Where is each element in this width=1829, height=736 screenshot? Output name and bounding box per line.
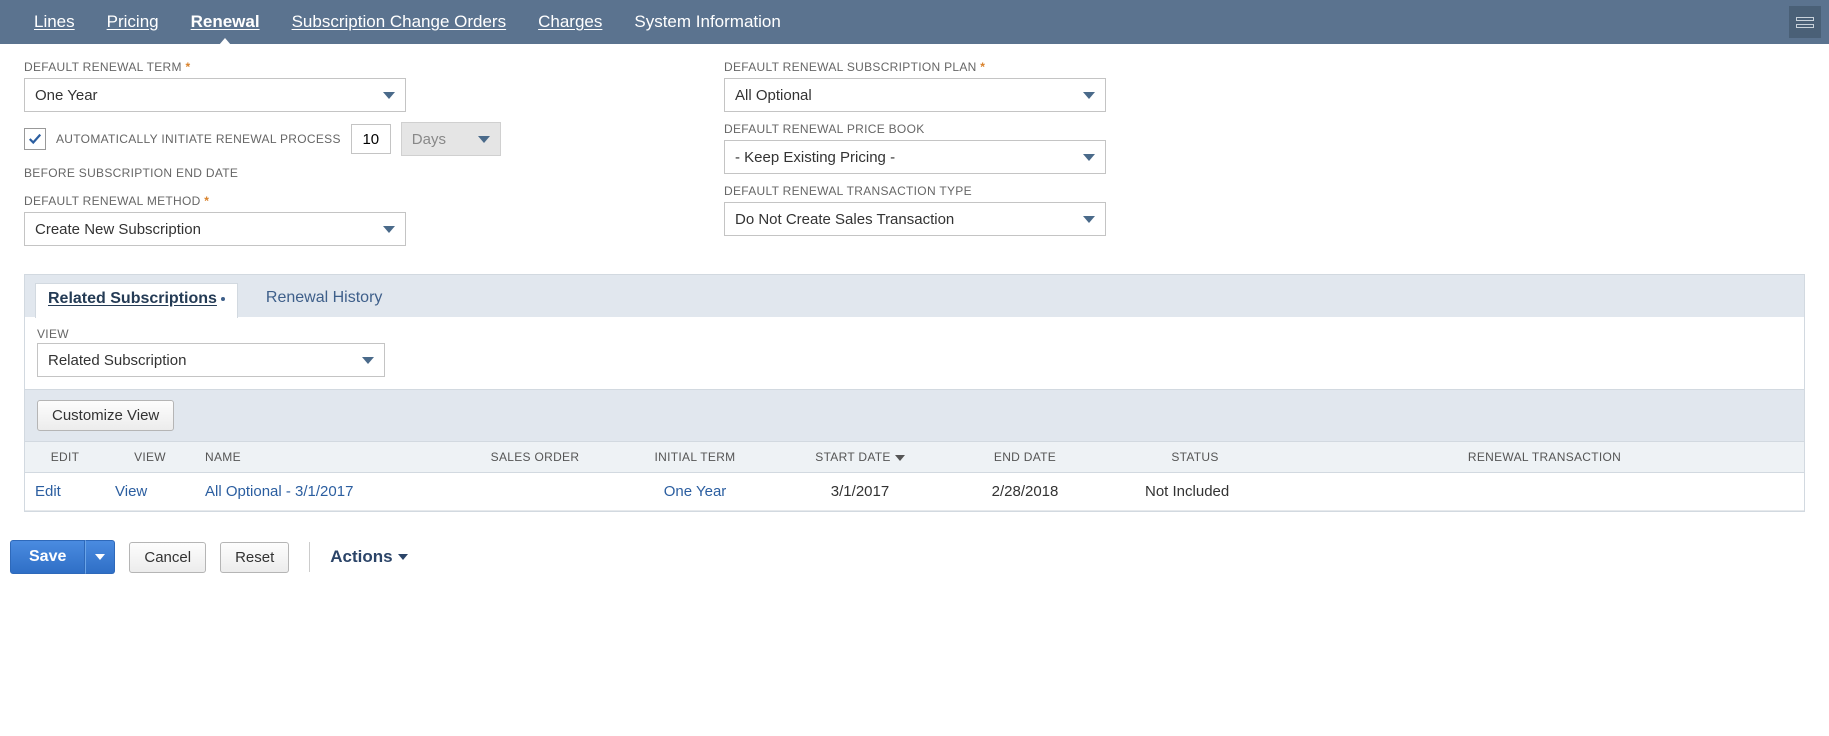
top-tab-bar: Lines Pricing Renewal Subscription Chang…	[0, 0, 1829, 44]
default-renewal-txn-type-value: Do Not Create Sales Transaction	[735, 211, 954, 228]
cancel-button[interactable]: Cancel	[129, 542, 206, 573]
col-end-date[interactable]: END DATE	[945, 442, 1105, 473]
sort-desc-icon	[895, 455, 905, 461]
default-renewal-plan-select[interactable]: All Optional	[724, 78, 1106, 112]
subtab-bar: Related Subscriptions Renewal History	[25, 275, 1804, 317]
overflow-menu-icon[interactable]	[1789, 6, 1821, 38]
auto-initiate-unit-value: Days	[412, 131, 446, 148]
chevron-down-icon	[398, 554, 408, 560]
col-name[interactable]: NAME	[195, 442, 455, 473]
tab-lines[interactable]: Lines	[18, 0, 91, 44]
col-view[interactable]: VIEW	[105, 442, 195, 473]
default-renewal-term-value: One Year	[35, 87, 98, 104]
default-renewal-price-book-label: DEFAULT RENEWAL PRICE BOOK	[724, 122, 1324, 136]
related-subscriptions-panel: Related Subscriptions Renewal History VI…	[24, 274, 1805, 512]
row-edit-link[interactable]: Edit	[35, 483, 61, 500]
chevron-down-icon	[362, 357, 374, 364]
col-start-date[interactable]: START DATE	[775, 442, 945, 473]
save-button[interactable]: Save	[10, 540, 85, 574]
subtab-renewal-history[interactable]: Renewal History	[262, 283, 386, 317]
separator	[309, 542, 310, 572]
table-row: Edit View All Optional - 3/1/2017 One Ye…	[25, 473, 1804, 511]
chevron-down-icon	[95, 554, 105, 560]
chevron-down-icon	[478, 136, 490, 143]
default-renewal-method-value: Create New Subscription	[35, 221, 201, 238]
tab-renewal[interactable]: Renewal	[175, 0, 276, 44]
col-renewal-transaction[interactable]: RENEWAL TRANSACTION	[1285, 442, 1804, 473]
row-end-date: 2/28/2018	[945, 473, 1105, 511]
default-renewal-txn-type-select[interactable]: Do Not Create Sales Transaction	[724, 202, 1106, 236]
renewal-form: DEFAULT RENEWAL TERM One Year AUTOMATICA…	[0, 44, 1829, 274]
default-renewal-price-book-select[interactable]: - Keep Existing Pricing -	[724, 140, 1106, 174]
row-status: Not Included	[1105, 473, 1285, 511]
tab-system-information[interactable]: System Information	[618, 0, 796, 44]
chevron-down-icon	[1083, 92, 1095, 99]
default-renewal-method-label: DEFAULT RENEWAL METHOD	[24, 194, 664, 208]
footer-actions: Save Cancel Reset Actions	[0, 512, 1829, 594]
default-renewal-term-label: DEFAULT RENEWAL TERM	[24, 60, 664, 74]
check-icon	[28, 132, 42, 146]
default-renewal-plan-value: All Optional	[735, 87, 812, 104]
chevron-down-icon	[1083, 216, 1095, 223]
save-dropdown-button[interactable]	[85, 540, 115, 574]
view-value: Related Subscription	[48, 352, 186, 369]
auto-initiate-checkbox[interactable]	[24, 128, 46, 150]
default-renewal-txn-type-label: DEFAULT RENEWAL TRANSACTION TYPE	[724, 184, 1324, 198]
row-view-link[interactable]: View	[115, 483, 147, 500]
chevron-down-icon	[383, 226, 395, 233]
customize-view-button[interactable]: Customize View	[37, 400, 174, 431]
auto-initiate-label: AUTOMATICALLY INITIATE RENEWAL PROCESS	[56, 132, 341, 146]
default-renewal-plan-label: DEFAULT RENEWAL SUBSCRIPTION PLAN	[724, 60, 1324, 74]
tab-subscription-change-orders[interactable]: Subscription Change Orders	[276, 0, 523, 44]
default-renewal-method-select[interactable]: Create New Subscription	[24, 212, 406, 246]
tab-pricing[interactable]: Pricing	[91, 0, 175, 44]
related-subscriptions-table: EDIT VIEW NAME SALES ORDER INITIAL TERM …	[25, 441, 1804, 511]
reset-button[interactable]: Reset	[220, 542, 289, 573]
auto-initiate-days-input[interactable]	[351, 124, 391, 154]
col-status[interactable]: STATUS	[1105, 442, 1285, 473]
view-label: VIEW	[37, 327, 1792, 341]
chevron-down-icon	[383, 92, 395, 99]
tab-charges[interactable]: Charges	[522, 0, 618, 44]
col-sales-order[interactable]: SALES ORDER	[455, 442, 615, 473]
dot-indicator-icon	[221, 297, 225, 301]
subtab-related-subscriptions[interactable]: Related Subscriptions	[35, 283, 238, 318]
auto-initiate-unit-select[interactable]: Days	[401, 122, 501, 156]
col-edit[interactable]: EDIT	[25, 442, 105, 473]
row-renewal-transaction	[1285, 473, 1804, 511]
row-start-date: 3/1/2017	[775, 473, 945, 511]
before-subscription-end-date-label: BEFORE SUBSCRIPTION END DATE	[24, 166, 664, 180]
col-initial-term[interactable]: INITIAL TERM	[615, 442, 775, 473]
row-sales-order	[455, 473, 615, 511]
row-name-link[interactable]: All Optional - 3/1/2017	[205, 483, 353, 500]
default-renewal-term-select[interactable]: One Year	[24, 78, 406, 112]
row-initial-term-link[interactable]: One Year	[664, 483, 727, 500]
actions-menu[interactable]: Actions	[330, 547, 407, 567]
default-renewal-price-book-value: - Keep Existing Pricing -	[735, 149, 895, 166]
view-select[interactable]: Related Subscription	[37, 343, 385, 377]
chevron-down-icon	[1083, 154, 1095, 161]
